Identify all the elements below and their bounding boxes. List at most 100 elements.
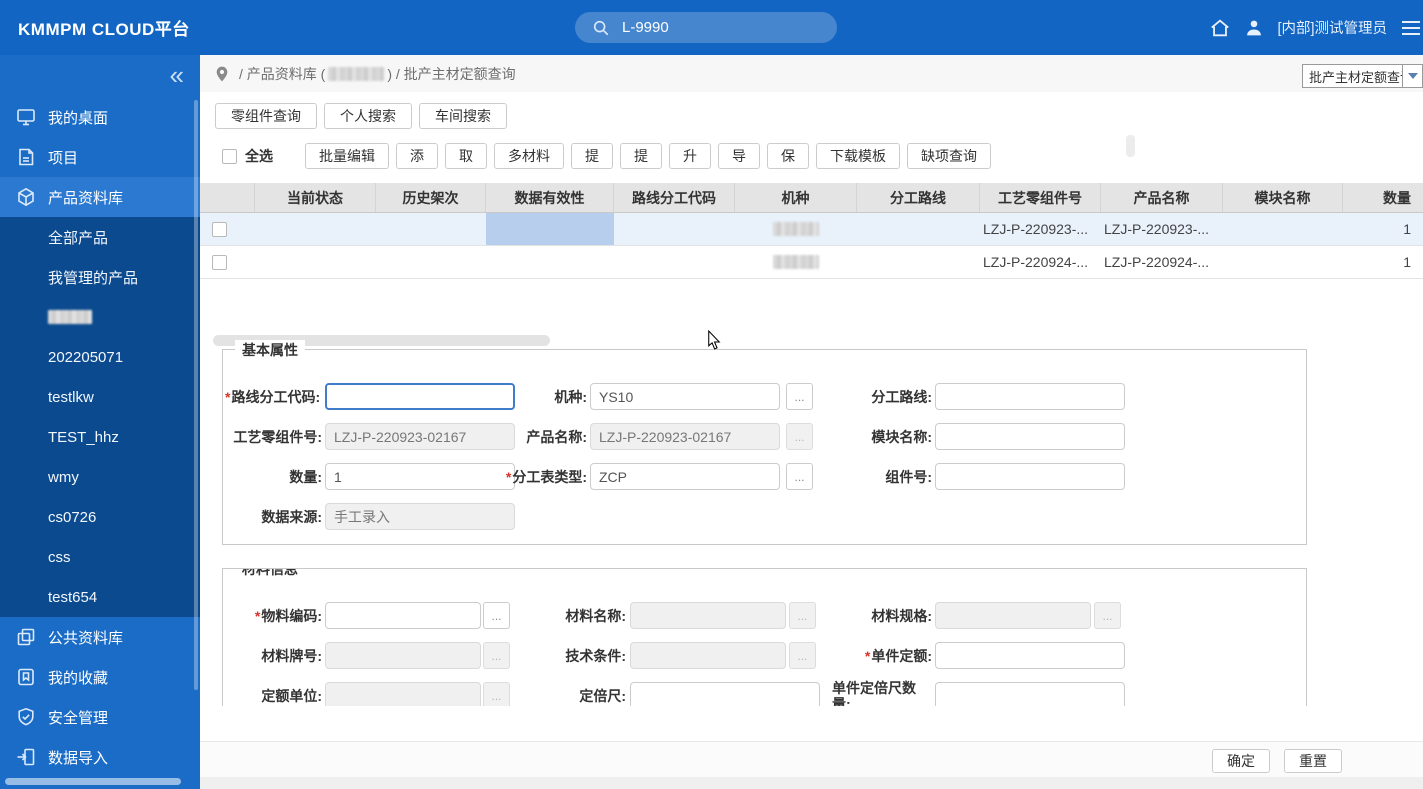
table-row[interactable]: LZJ-P-220923-... LZJ-P-220923-... 1 [200,213,1423,246]
submenu-item-redacted[interactable] [0,297,200,337]
location-pin-icon [215,66,229,82]
col-header-division-route[interactable]: 分工路线 [857,183,980,212]
submenu-item-test654[interactable]: test654 [0,577,200,617]
col-header-history[interactable]: 历史架次 [376,183,486,212]
submit-button-2[interactable]: 提 [620,143,662,169]
col-header-machine-type[interactable]: 机种 [735,183,857,212]
reset-button[interactable]: 重置 [1284,749,1342,773]
submenu-item-my-products[interactable]: 我管理的产品 [0,257,200,297]
col-header-product-name[interactable]: 产品名称 [1101,183,1223,212]
quantity-label: 数量: [225,462,322,492]
menu-icon[interactable] [1401,20,1421,36]
dropdown-arrow-button[interactable] [1402,65,1422,87]
search-input[interactable] [622,19,802,36]
col-header-route-code[interactable]: 路线分工代码 [614,183,735,212]
redacted-text [773,255,819,269]
row-checkbox[interactable] [212,222,227,237]
sidebar-item-product-library[interactable]: 产品资料库 [0,177,200,217]
toolbar-buttons: 批量编辑 添 取 多材料 提 提 升 导 保 下载模板 缺项查询 [305,143,991,169]
unit-fixed-length-qty-input[interactable] [935,682,1125,706]
fixed-length-input[interactable] [630,682,820,706]
global-search[interactable] [575,12,837,43]
material-code-browse-button[interactable]: ... [483,602,510,629]
material-code-input[interactable] [325,602,481,629]
workshop-search-button[interactable]: 车间搜索 [419,103,507,129]
sidebar-item-desktop[interactable]: 我的桌面 [0,97,200,137]
breadcrumb-text-a[interactable]: / 产品资料库 ( [239,64,325,84]
machine-type-input[interactable] [590,383,780,410]
fetch-button[interactable]: 取 [445,143,487,169]
sidebar-item-label: 项目 [48,147,78,168]
material-grade-input [325,642,481,669]
unit-quota-label: *单件定额: [832,641,932,671]
module-name-input[interactable] [935,423,1125,450]
sidebar-item-data-import[interactable]: 数据导入 [0,737,200,777]
user-name[interactable]: [内部]测试管理员 [1277,17,1387,38]
sidebar-item-security[interactable]: 安全管理 [0,697,200,737]
sidebar-collapse-icon[interactable]: « [170,57,184,93]
part-query-button[interactable]: 零组件查询 [215,103,317,129]
upgrade-button[interactable]: 升 [669,143,711,169]
sidebar-vertical-scrollbar[interactable] [194,100,198,690]
division-route-label: 分工路线: [832,382,932,412]
part-no-cell: LZJ-P-220923-... [980,213,1101,245]
table-row[interactable]: LZJ-P-220924-... LZJ-P-220924-... 1 [200,246,1423,279]
submenu-item-css[interactable]: css [0,537,200,577]
fixed-length-label: 定倍尺: [526,681,626,706]
col-header-data-validity[interactable]: 数据有效性 [486,183,614,212]
sidebar-item-label: 安全管理 [48,707,108,728]
sidebar-item-public-library[interactable]: 公共资料库 [0,617,200,657]
add-button[interactable]: 添 [396,143,438,169]
missing-item-query-button[interactable]: 缺项查询 [907,143,991,169]
product-name-browse-button: ... [786,423,813,450]
division-table-type-browse-button[interactable]: ... [786,463,813,490]
col-header-module-name[interactable]: 模块名称 [1223,183,1343,212]
machine-type-label: 机种: [487,382,587,412]
confirm-button[interactable]: 确定 [1212,749,1270,773]
part-no-cell: LZJ-P-220924-... [980,246,1101,278]
unit-quota-input[interactable] [935,642,1125,669]
submenu-item-wmy[interactable]: wmy [0,457,200,497]
sidebar-item-project[interactable]: 项目 [0,137,200,177]
material-grade-browse-button: ... [483,642,510,669]
select-all-checkbox[interactable] [222,149,237,164]
section-title: 材料信息 [235,568,305,579]
save-button[interactable]: 保 [767,143,809,169]
download-template-button[interactable]: 下载模板 [816,143,900,169]
product-name-cell: LZJ-P-220924-... [1101,246,1223,278]
quota-unit-input [325,682,481,706]
bottom-strip [200,777,1423,789]
page-selector-value: 批产主材定额查询 [1303,67,1402,86]
division-table-type-label: *分工表类型: [487,462,587,492]
division-route-input[interactable] [935,383,1125,410]
submenu-item-all-products[interactable]: 全部产品 [0,217,200,257]
technical-condition-browse-button: ... [789,642,816,669]
row-checkbox-cell [200,213,255,245]
basic-attributes-section: 基本属性 *路线分工代码: 机种: ... 分工路线: 工艺零组件号: 产品名称… [222,349,1307,545]
col-header-qty[interactable]: 数量 [1343,183,1423,212]
submenu-item-test-hhz[interactable]: TEST_hhz [0,417,200,457]
col-header-current-status[interactable]: 当前状态 [255,183,376,212]
machine-type-browse-button[interactable]: ... [786,383,813,410]
batch-edit-button[interactable]: 批量编辑 [305,143,389,169]
breadcrumb-text-b[interactable]: ) / 批产主材定额查询 [387,64,515,84]
technical-condition-label: 技术条件: [526,641,626,671]
personal-search-button[interactable]: 个人搜索 [324,103,412,129]
sidebar-horizontal-scrollbar[interactable] [5,778,181,785]
component-no-input[interactable] [935,463,1125,490]
import-icon [16,747,36,767]
section-title: 基本属性 [235,340,305,360]
export-button[interactable]: 导 [718,143,760,169]
user-icon[interactable] [1243,17,1265,39]
sidebar-item-favorites[interactable]: 我的收藏 [0,657,200,697]
submenu-item-testlkw[interactable]: testlkw [0,377,200,417]
home-icon[interactable] [1209,17,1231,39]
submenu-item-cs0726[interactable]: cs0726 [0,497,200,537]
division-table-type-input[interactable] [590,463,780,490]
row-checkbox[interactable] [212,255,227,270]
col-header-part-no[interactable]: 工艺零组件号 [980,183,1101,212]
submit-button-1[interactable]: 提 [571,143,613,169]
submenu-item-202205071[interactable]: 202205071 [0,337,200,377]
page-selector-dropdown[interactable]: 批产主材定额查询 [1302,64,1423,88]
multi-material-button[interactable]: 多材料 [494,143,564,169]
